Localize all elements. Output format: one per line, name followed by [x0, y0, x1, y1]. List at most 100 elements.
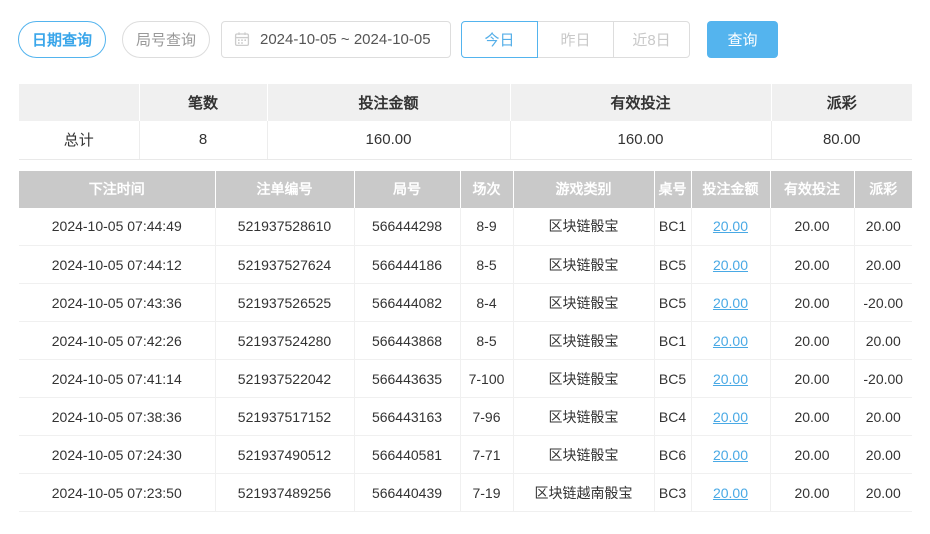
bet-amount-link[interactable]: 20.00: [713, 333, 748, 349]
cell-payout: 20.00: [853, 207, 912, 246]
records-header-row: 下注时间 注单编号 局号 场次 游戏类别 桌号 投注金额 有效投注 派彩: [19, 170, 912, 208]
cell-table-no: BC3: [653, 473, 691, 512]
cell-bet-time: 2024-10-05 07:41:14: [19, 359, 215, 398]
cell-bet-time: 2024-10-05 07:38:36: [19, 397, 215, 436]
quick-range-group: 今日 昨日 近8日: [461, 20, 690, 58]
cell-bet-time: 2024-10-05 07:43:36: [19, 283, 215, 322]
table-row: 2024-10-05 07:24:30 521937490512 5664405…: [19, 435, 912, 474]
summary-header-count: 笔数: [138, 84, 267, 121]
cell-game-type: 区块链骰宝: [512, 207, 654, 246]
query-toolbar: 日期查询 局号查询 2024-10-05 ~ 2024-10-05 今日 昨日 …: [18, 20, 930, 58]
cell-payout: -20.00: [853, 359, 912, 398]
cell-game-type: 区块链骰宝: [512, 321, 654, 360]
summary-header-row: 笔数 投注金额 有效投注 派彩: [19, 84, 912, 121]
header-game-type: 游戏类别: [512, 170, 654, 208]
table-row: 2024-10-05 07:23:50 521937489256 5664404…: [19, 473, 912, 512]
cell-game-type: 区块链骰宝: [512, 283, 654, 322]
cell-game-type: 区块链骰宝: [512, 359, 654, 398]
bet-amount-link[interactable]: 20.00: [713, 257, 748, 273]
bet-amount-link[interactable]: 20.00: [713, 218, 748, 234]
bet-amount-link[interactable]: 20.00: [713, 485, 748, 501]
tab-yesterday[interactable]: 昨日: [537, 20, 614, 58]
cell-valid-bet: 20.00: [769, 245, 854, 284]
cell-bet-no: 521937526525: [214, 283, 354, 322]
cell-round-no: 566443163: [353, 397, 460, 436]
cell-bet-time: 2024-10-05 07:24:30: [19, 435, 215, 474]
cell-session: 7-100: [459, 359, 513, 398]
cell-session: 7-96: [459, 397, 513, 436]
header-session: 场次: [459, 170, 513, 208]
cell-table-no: BC4: [653, 397, 691, 436]
cell-game-type: 区块链骰宝: [512, 397, 654, 436]
bet-amount-link[interactable]: 20.00: [713, 295, 748, 311]
records-table: 下注时间 注单编号 局号 场次 游戏类别 桌号 投注金额 有效投注 派彩 202…: [19, 170, 912, 512]
table-row: 2024-10-05 07:38:36 521937517152 5664431…: [19, 397, 912, 436]
cell-bet-no: 521937527624: [214, 245, 354, 284]
summary-payout-value: 80.00: [770, 121, 912, 160]
cell-table-no: BC1: [653, 321, 691, 360]
cell-session: 8-5: [459, 321, 513, 360]
round-query-button[interactable]: 局号查询: [122, 20, 210, 58]
date-range-input[interactable]: 2024-10-05 ~ 2024-10-05: [221, 20, 451, 58]
cell-bet-time: 2024-10-05 07:23:50: [19, 473, 215, 512]
summary-count-value: 8: [138, 121, 267, 160]
summary-header-blank: [19, 84, 139, 121]
cell-valid-bet: 20.00: [769, 207, 854, 246]
cell-bet-no: 521937522042: [214, 359, 354, 398]
cell-session: 8-4: [459, 283, 513, 322]
cell-game-type: 区块链骰宝: [512, 435, 654, 474]
bet-amount-link[interactable]: 20.00: [713, 447, 748, 463]
cell-bet-time: 2024-10-05 07:44:12: [19, 245, 215, 284]
tab-today[interactable]: 今日: [461, 20, 538, 58]
summary-total-label: 总计: [19, 121, 139, 160]
table-row: 2024-10-05 07:41:14 521937522042 5664436…: [19, 359, 912, 398]
cell-bet-no: 521937490512: [214, 435, 354, 474]
cell-payout: 20.00: [853, 321, 912, 360]
table-row: 2024-10-05 07:44:49 521937528610 5664442…: [19, 207, 912, 246]
table-row: 2024-10-05 07:44:12 521937527624 5664441…: [19, 245, 912, 284]
cell-session: 7-19: [459, 473, 513, 512]
summary-header-payout: 派彩: [770, 84, 912, 121]
summary-table: 笔数 投注金额 有效投注 派彩 总计 8 160.00 160.00 80.00: [19, 84, 912, 160]
cell-payout: 20.00: [853, 435, 912, 474]
calendar-icon: [234, 31, 250, 47]
cell-valid-bet: 20.00: [769, 397, 854, 436]
search-button[interactable]: 查询: [707, 20, 778, 58]
cell-payout: 20.00: [853, 473, 912, 512]
cell-session: 8-9: [459, 207, 513, 246]
cell-round-no: 566443635: [353, 359, 460, 398]
cell-bet-time: 2024-10-05 07:44:49: [19, 207, 215, 246]
cell-valid-bet: 20.00: [769, 359, 854, 398]
bet-amount-link[interactable]: 20.00: [713, 409, 748, 425]
cell-table-no: BC6: [653, 435, 691, 474]
date-query-button[interactable]: 日期查询: [18, 20, 106, 58]
bet-amount-link[interactable]: 20.00: [713, 371, 748, 387]
cell-bet-no: 521937524280: [214, 321, 354, 360]
cell-bet-no: 521937528610: [214, 207, 354, 246]
header-bet-no: 注单编号: [214, 170, 354, 208]
header-payout: 派彩: [853, 170, 912, 208]
date-range-value: 2024-10-05 ~ 2024-10-05: [260, 30, 431, 48]
cell-game-type: 区块链骰宝: [512, 245, 654, 284]
cell-session: 8-5: [459, 245, 513, 284]
cell-table-no: BC1: [653, 207, 691, 246]
cell-payout: -20.00: [853, 283, 912, 322]
cell-round-no: 566440439: [353, 473, 460, 512]
cell-bet-no: 521937517152: [214, 397, 354, 436]
cell-game-type: 区块链越南骰宝: [512, 473, 654, 512]
header-table-no: 桌号: [653, 170, 691, 208]
table-row: 2024-10-05 07:42:26 521937524280 5664438…: [19, 321, 912, 360]
cell-session: 7-71: [459, 435, 513, 474]
cell-valid-bet: 20.00: [769, 473, 854, 512]
header-bet-time: 下注时间: [19, 170, 215, 208]
summary-header-bet-amount: 投注金额: [266, 84, 510, 121]
tab-last-8-days[interactable]: 近8日: [613, 20, 690, 58]
header-valid-bet: 有效投注: [769, 170, 854, 208]
summary-valid-bet-value: 160.00: [509, 121, 771, 160]
cell-bet-time: 2024-10-05 07:42:26: [19, 321, 215, 360]
cell-valid-bet: 20.00: [769, 283, 854, 322]
cell-payout: 20.00: [853, 245, 912, 284]
cell-round-no: 566444298: [353, 207, 460, 246]
cell-round-no: 566440581: [353, 435, 460, 474]
summary-bet-amount-value: 160.00: [266, 121, 510, 160]
